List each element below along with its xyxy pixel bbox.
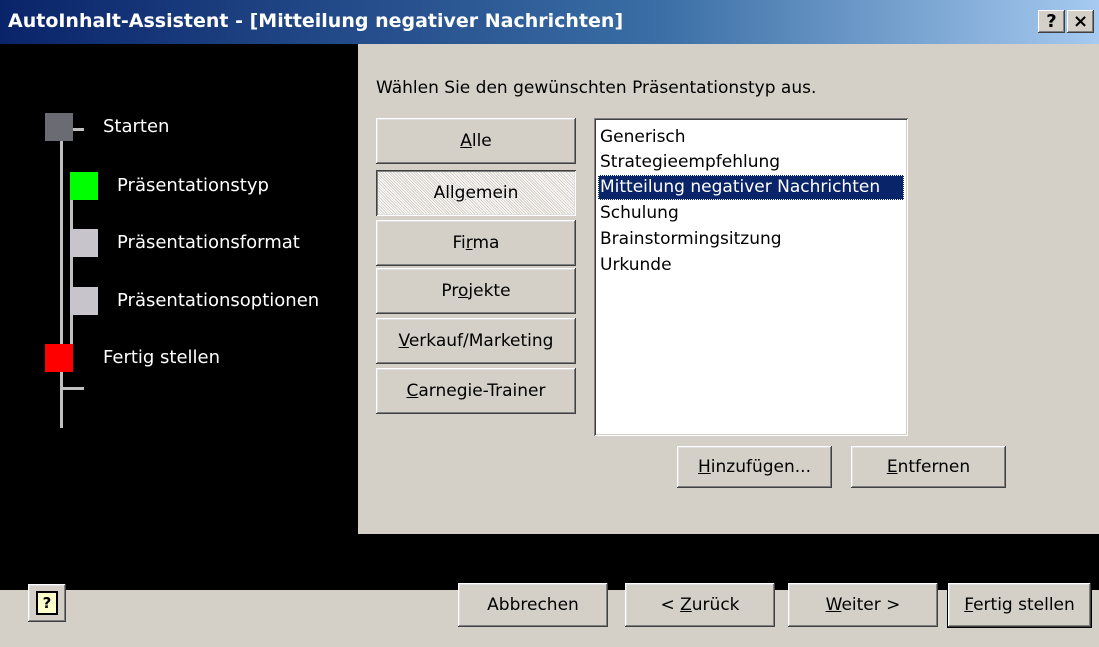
- access-key: o: [458, 281, 469, 301]
- label-part: arnegie-Trainer: [418, 381, 546, 401]
- label-part: <: [660, 595, 681, 615]
- label-part: inzufügen...: [710, 457, 811, 477]
- step-marker: [45, 344, 73, 372]
- step-label: Präsentationstyp: [117, 175, 269, 196]
- access-key: E: [886, 457, 898, 477]
- label-part: ertig stellen: [973, 595, 1075, 615]
- label-part: ntfernen: [897, 457, 971, 477]
- step-trunk-line: [60, 128, 63, 428]
- title-bar: AutoInhalt-Assistent - [Mitteilung negat…: [0, 0, 1099, 44]
- step-label: Präsentationsoptionen: [117, 290, 320, 311]
- help-button[interactable]: ?: [28, 584, 66, 622]
- list-item[interactable]: Brainstormingsitzung: [600, 227, 782, 252]
- presentation-type-listbox[interactable]: Generisch Strategieempfehlung Mitteilung…: [594, 118, 908, 436]
- finish-button[interactable]: Fertig stellen: [948, 583, 1091, 627]
- category-projekte-button[interactable]: Projekte: [376, 268, 576, 314]
- label-part: eiter >: [841, 595, 901, 615]
- label-part: Abbrechen: [487, 595, 579, 615]
- prompt-text: Wählen Sie den gewünschten Präsentations…: [376, 78, 817, 98]
- list-item-selected[interactable]: Mitteilung negativer Nachrichten: [598, 175, 904, 200]
- title-help-button[interactable]: ?: [1038, 10, 1065, 33]
- access-key: Z: [680, 595, 692, 615]
- access-key: C: [406, 381, 419, 401]
- window-title: AutoInhalt-Assistent - [Mitteilung negat…: [8, 10, 624, 32]
- step-marker: [45, 113, 73, 141]
- help-icon: ?: [36, 591, 58, 615]
- access-key: V: [398, 331, 409, 351]
- close-button[interactable]: ×: [1067, 10, 1094, 33]
- list-item[interactable]: Strategieempfehlung: [600, 150, 780, 175]
- access-key: W: [825, 595, 842, 615]
- next-button[interactable]: Weiter >: [788, 583, 938, 627]
- remove-button[interactable]: Entfernen: [851, 446, 1006, 488]
- step-label: Starten: [103, 116, 170, 137]
- autocontent-wizard-dialog: AutoInhalt-Assistent - [Mitteilung negat…: [0, 0, 1099, 647]
- list-item[interactable]: Urkunde: [600, 253, 672, 278]
- step-inner-line: [70, 187, 73, 365]
- step-label: Präsentationsformat: [117, 232, 300, 253]
- label-part: Fi: [452, 233, 466, 253]
- category-verkauf-marketing-button[interactable]: Verkauf/Marketing: [376, 318, 576, 364]
- label-part: All: [433, 183, 455, 203]
- category-allgemein-button[interactable]: Allgemein: [376, 170, 576, 216]
- add-button[interactable]: Hinzufügen...: [677, 446, 832, 488]
- access-key: F: [964, 595, 974, 615]
- step-marker: [70, 172, 98, 200]
- cancel-button[interactable]: Abbrechen: [458, 583, 608, 627]
- label-part: ma: [472, 233, 500, 253]
- list-item[interactable]: Schulung: [600, 201, 679, 226]
- access-key: g: [454, 183, 466, 203]
- category-alle-button[interactable]: Alle: [376, 118, 576, 164]
- label-part: jekte: [468, 281, 511, 301]
- label-part: urück: [691, 595, 740, 615]
- step-marker: [70, 229, 98, 257]
- label-part: lle: [471, 131, 492, 151]
- category-firma-button[interactable]: Firma: [376, 220, 576, 266]
- category-carnegie-trainer-button[interactable]: Carnegie-Trainer: [376, 368, 576, 414]
- access-key: A: [460, 131, 472, 151]
- step-label: Fertig stellen: [103, 347, 221, 368]
- step-connector: [60, 387, 84, 390]
- access-key: H: [698, 457, 711, 477]
- label-part: Pr: [441, 281, 458, 301]
- list-item[interactable]: Generisch: [600, 125, 686, 150]
- back-button[interactable]: < Zurück: [625, 583, 775, 627]
- label-part: emein: [465, 183, 519, 203]
- step-marker: [70, 287, 98, 315]
- label-part: erkauf/Marketing: [408, 331, 554, 351]
